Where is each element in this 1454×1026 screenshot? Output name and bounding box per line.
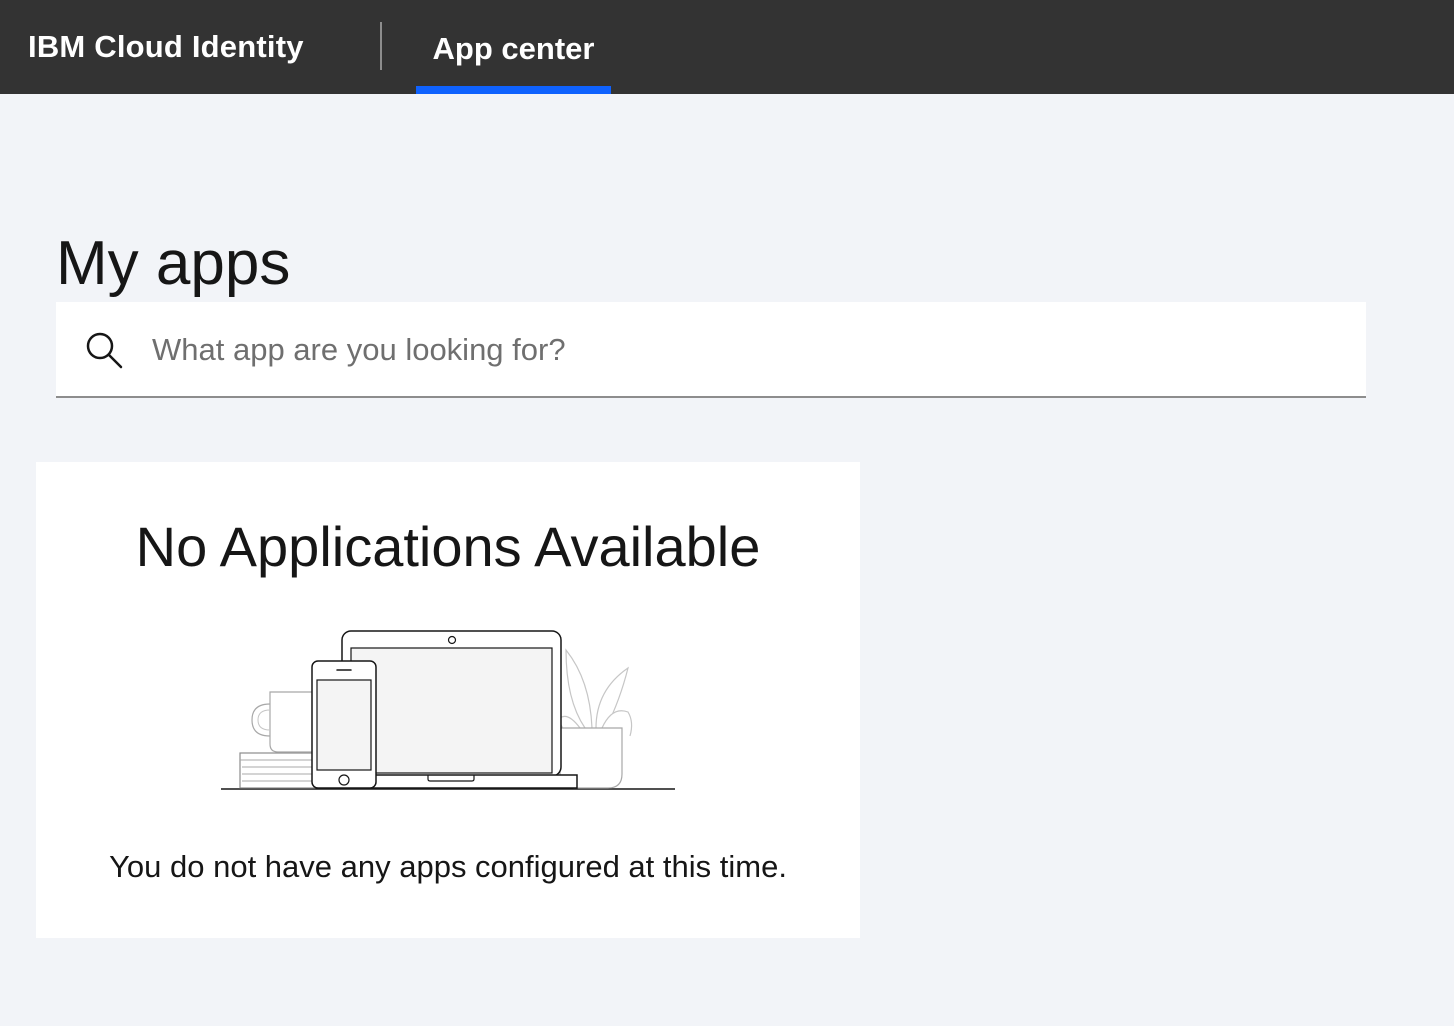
search-input[interactable] — [152, 318, 1342, 382]
header-divider — [380, 22, 382, 70]
empty-state-title: No Applications Available — [135, 515, 761, 578]
empty-state-message: You do not have any apps configured at t… — [109, 849, 787, 884]
page-title: My apps — [56, 229, 291, 298]
search-icon[interactable] — [84, 330, 124, 370]
top-navigation-bar: IBM Cloud Identity App center — [0, 0, 1454, 94]
devices-illustration — [221, 630, 675, 790]
brand-name[interactable]: IBM Cloud Identity — [28, 0, 304, 94]
nav-tab-app-center[interactable]: App center — [416, 0, 611, 94]
